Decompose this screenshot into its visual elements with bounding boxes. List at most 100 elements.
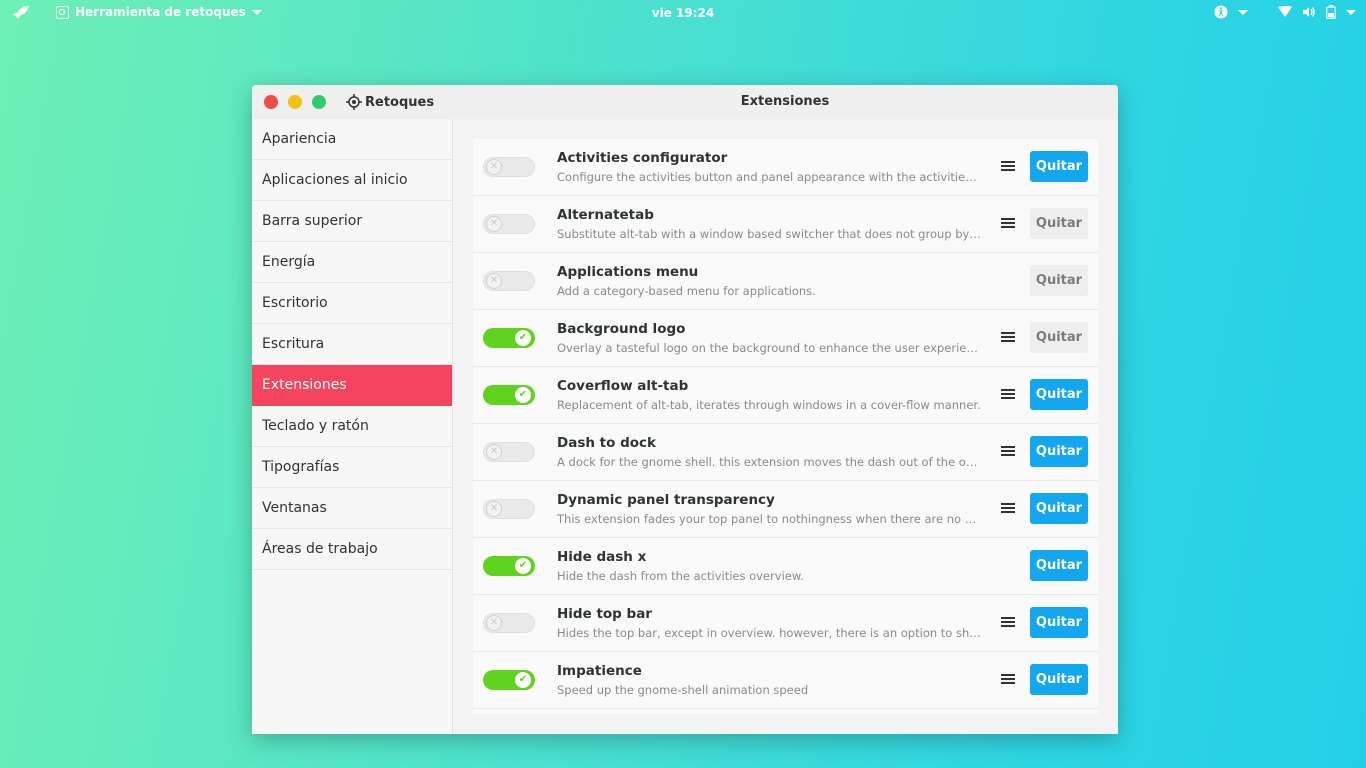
- extension-name: Dynamic panel transparency: [557, 492, 775, 508]
- volume-icon: [1303, 7, 1315, 17]
- extension-description: Hides the top bar, except in overview. h…: [557, 626, 982, 640]
- cross-icon: ✕: [486, 273, 502, 289]
- hamburger-menu-icon[interactable]: [1001, 159, 1015, 173]
- extension-row: ✕ Dynamic panel transparency This extensio…: [473, 481, 1098, 538]
- extension-row: ✕ Alternatetab Substitute alt-tab with a w…: [473, 196, 1098, 253]
- hamburger-menu-icon[interactable]: [1001, 216, 1015, 230]
- hamburger-menu-icon[interactable]: [1001, 615, 1015, 629]
- menu-bar-line: [1001, 450, 1015, 452]
- extension-row: ✔ Coverflow alt-tab Replacement of alt-tab…: [473, 367, 1098, 424]
- sidebar-item-escritorio[interactable]: Escritorio: [252, 283, 452, 324]
- extension-row: ✕ Activities configurator Configure the ac…: [473, 139, 1098, 196]
- remove-button[interactable]: Quitar: [1030, 379, 1088, 410]
- cross-icon: ✕: [486, 159, 502, 175]
- sidebar-item-apariencia[interactable]: Apariencia: [252, 119, 452, 160]
- menu-bar-line: [1001, 678, 1015, 680]
- menu-bar-line: [1001, 454, 1015, 456]
- hamburger-menu-icon[interactable]: [1001, 387, 1015, 401]
- extension-name: Hide dash x: [557, 549, 647, 565]
- extension-description: Speed up the gnome-shell animation speed: [557, 683, 809, 697]
- sidebar-item-aplicaciones-al-inicio[interactable]: Aplicaciones al inicio: [252, 160, 452, 201]
- minimize-button[interactable]: [288, 95, 302, 109]
- remove-button[interactable]: Quitar: [1030, 607, 1088, 638]
- extension-name: Alternatetab: [557, 207, 654, 223]
- extension-toggle[interactable]: ✕: [483, 157, 535, 177]
- sidebar-item-escritura[interactable]: Escritura: [252, 324, 452, 365]
- extension-toggle[interactable]: ✔: [483, 670, 535, 690]
- hamburger-menu-icon[interactable]: [1001, 330, 1015, 344]
- cross-icon: ✕: [486, 216, 502, 232]
- sidebar-item-ventanas[interactable]: Ventanas: [252, 488, 452, 529]
- extension-toggle[interactable]: ✕: [483, 214, 535, 234]
- remove-button[interactable]: Quitar: [1030, 265, 1088, 296]
- maximize-button[interactable]: [312, 95, 326, 109]
- menu-bar-line: [1001, 165, 1015, 167]
- extension-toggle[interactable]: ✔: [483, 385, 535, 405]
- menu-bar-line: [1001, 393, 1015, 395]
- title-bar[interactable]: Retoques Extensiones: [252, 85, 1118, 119]
- extension-name: Background logo: [557, 321, 686, 337]
- extension-row: ✔ Impatience Speed up the gnome-shell anim…: [473, 652, 1098, 709]
- check-icon: ✔: [515, 672, 531, 688]
- extension-name: Applications menu: [557, 264, 699, 280]
- extension-toggle[interactable]: ✕: [483, 499, 535, 519]
- menu-bar-line: [1001, 507, 1015, 509]
- check-icon: ✔: [515, 330, 531, 346]
- remove-button[interactable]: Quitar: [1030, 436, 1088, 467]
- close-button[interactable]: [264, 95, 278, 109]
- menu-bar-line: [1001, 169, 1015, 171]
- extension-toggle[interactable]: ✕: [483, 613, 535, 633]
- battery-icon: [1326, 5, 1336, 19]
- remove-button[interactable]: Quitar: [1030, 208, 1088, 239]
- clock[interactable]: vie 19:24: [0, 6, 1366, 20]
- extension-name: Dash to dock: [557, 435, 657, 451]
- extension-toggle[interactable]: ✕: [483, 271, 535, 291]
- wifi-icon: [1278, 6, 1292, 17]
- extension-description: Overlay a tasteful logo on the backgroun…: [557, 341, 982, 355]
- hamburger-menu-icon[interactable]: [1001, 501, 1015, 515]
- sidebar-item-energía[interactable]: Energía: [252, 242, 452, 283]
- menu-bar-line: [1001, 222, 1015, 224]
- remove-button[interactable]: Quitar: [1030, 550, 1088, 581]
- extension-description: Replacement of alt-tab, iterates through…: [557, 398, 981, 412]
- accessibility-icon[interactable]: [1214, 5, 1228, 19]
- chevron-down-icon: [1238, 9, 1248, 15]
- menu-bar-line: [1001, 336, 1015, 338]
- top-panel: Herramienta de retoques vie 19:24: [0, 0, 1366, 26]
- hamburger-menu-icon[interactable]: [1001, 672, 1015, 686]
- menu-bar-line: [1001, 332, 1015, 334]
- extension-toggle[interactable]: ✔: [483, 556, 535, 576]
- extension-name: Impatience: [557, 663, 642, 679]
- extension-toggle[interactable]: ✕: [483, 442, 535, 462]
- sidebar-item-tipografías[interactable]: Tipografías: [252, 447, 452, 488]
- sidebar-item-barra-superior[interactable]: Barra superior: [252, 201, 452, 242]
- menu-bar-line: [1001, 621, 1015, 623]
- menu-bar-line: [1001, 617, 1015, 619]
- remove-button[interactable]: Quitar: [1030, 151, 1088, 182]
- chevron-down-icon: [1346, 9, 1356, 15]
- extensions-pane: ✕ Activities configurator Configure the ac…: [453, 119, 1118, 734]
- menu-bar-line: [1001, 446, 1015, 448]
- sidebar-item-teclado-y-ratón[interactable]: Teclado y ratón: [252, 406, 452, 447]
- app-title: Retoques: [346, 94, 434, 110]
- hamburger-menu-icon[interactable]: [1001, 444, 1015, 458]
- menu-bar-line: [1001, 161, 1015, 163]
- sidebar-item-áreas-de-trabajo[interactable]: Áreas de trabajo: [252, 529, 452, 570]
- extension-toggle[interactable]: ✔: [483, 328, 535, 348]
- menu-bar-line: [1001, 511, 1015, 513]
- menu-bar-line: [1001, 397, 1015, 399]
- extension-description: Add a category-based menu for applicatio…: [557, 284, 816, 298]
- extension-description: Hide the dash from the activities overvi…: [557, 569, 804, 583]
- menu-bar-line: [1001, 389, 1015, 391]
- sidebar-item-extensiones[interactable]: Extensiones: [252, 365, 452, 406]
- system-tray[interactable]: [1214, 5, 1356, 19]
- extensions-list[interactable]: ✕ Activities configurator Configure the ac…: [473, 139, 1098, 714]
- remove-button[interactable]: Quitar: [1030, 322, 1088, 353]
- remove-button[interactable]: Quitar: [1030, 664, 1088, 695]
- menu-bar-line: [1001, 682, 1015, 684]
- remove-button[interactable]: Quitar: [1030, 493, 1088, 524]
- extension-row: ✕ Applications menu Add a category-based m…: [473, 253, 1098, 310]
- extension-row: ✕ Dash to dock A dock for the gnome shell.…: [473, 424, 1098, 481]
- app-title-label: Retoques: [365, 94, 435, 110]
- extension-description: A dock for the gnome shell. this extensi…: [557, 455, 982, 469]
